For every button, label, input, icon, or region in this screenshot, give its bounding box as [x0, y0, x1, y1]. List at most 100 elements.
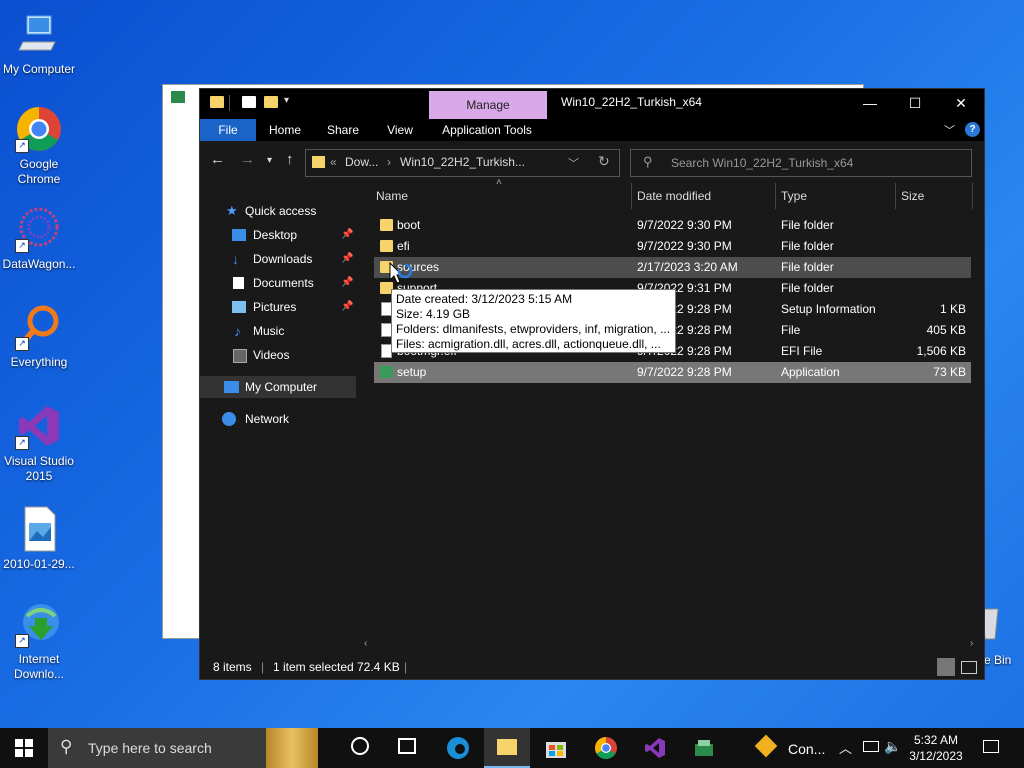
nav-item-downloads[interactable]: ↓ Downloads 📌 — [200, 248, 356, 270]
desktop-icon-idm[interactable]: ↗ Internet Downlo... — [0, 600, 78, 682]
desktop-icon-everything[interactable]: ↗ Everything — [0, 303, 78, 370]
folder-icon — [210, 96, 224, 108]
scroll-right-icon[interactable]: › — [970, 638, 973, 649]
scroll-left-icon[interactable]: ‹ — [364, 638, 367, 649]
chrome-icon[interactable] — [594, 736, 618, 760]
pictures-icon — [232, 301, 246, 313]
desktop-icon-chrome[interactable]: ↗ Google Chrome — [0, 105, 78, 187]
nav-item-quick-access[interactable]: ★ Quick access — [200, 200, 356, 222]
breadcrumb-downloads[interactable]: Dow... — [345, 155, 378, 169]
task-view-icon[interactable] — [398, 738, 416, 754]
taskbar-file-explorer[interactable] — [484, 728, 530, 768]
taskbar-search-box[interactable]: ⚲ Type here to search — [48, 728, 318, 768]
pin-icon: 📌 — [341, 229, 354, 240]
back-arrow-icon[interactable]: ← — [210, 151, 225, 168]
tab-application-tools[interactable]: Application Tools — [432, 119, 542, 141]
app-icon[interactable] — [692, 736, 716, 760]
cortana-icon[interactable] — [351, 737, 369, 755]
forward-arrow-icon[interactable]: → — [240, 151, 255, 168]
file-row[interactable]: efi 9/7/2022 9:30 PM File folder — [374, 236, 971, 257]
help-icon[interactable]: ? — [965, 122, 980, 137]
window-title: Win10_22H2_Turkish_x64 — [561, 95, 702, 109]
tab-home[interactable]: Home — [262, 119, 308, 141]
tooltip-line: Files: acmigration.dll, acres.dll, actio… — [396, 337, 661, 351]
manage-contextual-tab[interactable]: Manage — [429, 91, 547, 119]
search-highlight-image-icon[interactable] — [266, 728, 318, 768]
navigation-pane[interactable]: ★ Quick access Desktop 📌 ↓ Downloads 📌 D… — [200, 181, 358, 651]
desktop-icon-visual-studio[interactable]: ↗ Visual Studio 2015 — [0, 402, 78, 484]
file-list-pane[interactable]: ˄ Name Date modified Type Size boot 9/7/… — [360, 177, 982, 651]
expand-ribbon-icon[interactable]: ﹀ — [944, 122, 955, 138]
taskbar-clock[interactable]: 5:32 AM 3/12/2023 — [906, 732, 966, 764]
large-icons-view-icon[interactable] — [961, 661, 977, 674]
search-box[interactable]: ⚲ Search Win10_22H2_Turkish_x64 — [630, 149, 972, 177]
windows-start-icon[interactable] — [15, 739, 33, 757]
refresh-icon[interactable]: ↻ — [598, 153, 610, 170]
close-button[interactable]: ✕ — [938, 89, 984, 117]
nav-item-music[interactable]: ♪ Music — [200, 320, 356, 342]
file-row-selected[interactable]: setup 9/7/2022 9:28 PM Application 73 KB — [374, 362, 971, 383]
edge-icon[interactable] — [446, 736, 470, 760]
volume-icon[interactable]: 🔈 — [884, 738, 901, 755]
selection-size: 72.4 KB — [357, 660, 400, 674]
file-size: 73 KB — [933, 365, 966, 379]
sort-ascending-icon: ˄ — [496, 177, 502, 188]
nav-item-pictures[interactable]: Pictures 📌 — [200, 296, 356, 318]
file-date: 9/7/2022 9:28 PM — [637, 365, 732, 379]
recent-locations-chevron-icon[interactable]: ▾ — [267, 155, 272, 166]
microsoft-store-icon[interactable] — [544, 736, 568, 760]
maximize-button[interactable]: ☐ — [892, 89, 938, 117]
desktop-icon-my-computer[interactable]: My Computer — [0, 10, 78, 77]
file-name: setup — [397, 365, 427, 379]
column-divider[interactable] — [775, 183, 776, 209]
tab-share[interactable]: Share — [320, 119, 366, 141]
column-divider[interactable] — [972, 183, 973, 209]
file-row[interactable]: sources 2/17/2023 3:20 AM File folder — [374, 257, 971, 278]
file-type: Setup Information — [781, 302, 876, 316]
file-type: File folder — [781, 281, 834, 295]
address-dropdown-icon[interactable]: ﹀ — [568, 155, 579, 171]
shortcut-arrow-icon: ↗ — [15, 239, 29, 253]
column-header-size[interactable]: Size — [901, 181, 924, 211]
nav-item-documents[interactable]: Documents 📌 — [200, 272, 356, 294]
column-divider[interactable] — [895, 183, 896, 209]
column-divider[interactable] — [631, 183, 632, 209]
horizontal-scrollbar[interactable]: ‹ › — [362, 638, 980, 652]
show-hidden-icons-chevron-icon[interactable]: ︿ — [839, 738, 852, 757]
breadcrumb-current-folder[interactable]: Win10_22H2_Turkish... — [400, 155, 525, 169]
network-status-icon[interactable] — [863, 741, 879, 752]
desktop-icon-datawagon[interactable]: ↗ DataWagon... — [0, 205, 78, 272]
new-folder-icon[interactable] — [264, 96, 278, 108]
taskbar-con-app[interactable]: Con... — [752, 728, 832, 768]
overflow-chevron[interactable]: « — [330, 155, 337, 169]
title-bar[interactable]: ▾ Manage Win10_22H2_Turkish_x64 — ☐ ✕ — [200, 89, 984, 119]
customize-quick-access-icon[interactable]: ▾ — [284, 95, 289, 106]
nav-item-desktop[interactable]: Desktop 📌 — [200, 224, 356, 246]
address-bar[interactable]: « Dow... › Win10_22H2_Turkish... ﹀ ↻ — [305, 149, 620, 177]
file-explorer-window[interactable]: ▾ Manage Win10_22H2_Turkish_x64 — ☐ ✕ Fi… — [199, 88, 985, 680]
status-separator: | — [404, 660, 408, 674]
nav-item-network[interactable]: Network — [200, 408, 356, 430]
breadcrumb-separator[interactable]: › — [387, 155, 391, 169]
nav-item-videos[interactable]: Videos — [200, 344, 356, 366]
file-size: 405 KB — [926, 323, 966, 337]
clock-date: 3/12/2023 — [909, 749, 963, 763]
tab-file[interactable]: File — [200, 119, 256, 141]
up-arrow-icon[interactable]: ↑ — [286, 151, 294, 168]
notifications-icon[interactable] — [983, 740, 999, 753]
column-header-date-modified[interactable]: Date modified — [637, 181, 711, 211]
column-header-type[interactable]: Type — [781, 181, 807, 211]
file-name: boot — [397, 218, 421, 232]
desktop-icon-image-file[interactable]: 2010-01-29... — [0, 505, 78, 572]
desktop-icon-label: Internet Downlo... — [13, 652, 65, 681]
column-header-name[interactable]: Name — [376, 181, 408, 211]
chrome-icon: ↗ — [15, 105, 63, 153]
tab-view[interactable]: View — [377, 119, 423, 141]
properties-icon[interactable] — [242, 96, 256, 108]
internet-download-manager-icon: ↗ — [15, 600, 63, 648]
minimize-button[interactable]: — — [847, 89, 893, 117]
nav-item-my-computer[interactable]: My Computer — [200, 376, 356, 398]
file-row[interactable]: boot 9/7/2022 9:30 PM File folder — [374, 215, 971, 236]
visual-studio-icon[interactable] — [643, 736, 667, 760]
details-view-icon[interactable] — [937, 658, 955, 676]
